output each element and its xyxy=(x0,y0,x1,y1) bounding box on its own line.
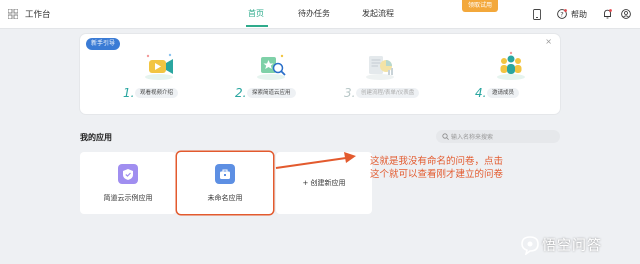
shield-icon xyxy=(118,164,138,184)
app-card-demo[interactable]: 简道云示例应用 xyxy=(80,152,176,214)
video-icon xyxy=(145,53,173,80)
top-bar: 工作台 首页 待办任务 发起流程 领取试用 ? 帮助 xyxy=(0,0,640,29)
guide-step-video[interactable]: 1. 观看视频介绍 xyxy=(123,50,213,110)
active-tab-indicator xyxy=(246,25,268,27)
guide-step-explore[interactable]: 2. 探索简道云应用 xyxy=(235,50,325,110)
step-label[interactable]: 观看视频介绍 xyxy=(135,88,179,98)
mobile-icon[interactable] xyxy=(533,9,541,20)
annotation-line-2: 这个就可以查看刚才建立的问卷 xyxy=(370,169,504,180)
tab-todo[interactable]: 待办任务 xyxy=(298,8,330,19)
step-label[interactable]: 邀请成员 xyxy=(487,88,520,98)
step-number: 1. xyxy=(123,86,135,100)
annotation-note: 这就是我没有命名的问卷，点击 这个就可以查看刚才建立的问卷 xyxy=(370,155,540,181)
search-placeholder: 输入名称来搜索 xyxy=(451,134,494,141)
my-apps-title: 我的应用 xyxy=(80,133,112,142)
step-number: 3. xyxy=(344,86,356,100)
create-app-card[interactable]: + 创建新应用 xyxy=(276,152,372,214)
create-app-label: + 创建新应用 xyxy=(302,179,346,187)
app-card-unnamed[interactable]: 未命名应用 xyxy=(177,152,273,214)
tab-start-process[interactable]: 发起流程 xyxy=(362,8,394,19)
step-number: 2. xyxy=(235,86,247,100)
app-card-label: 简道云示例应用 xyxy=(103,194,153,202)
user-avatar-icon[interactable] xyxy=(621,9,631,19)
step-number: 4. xyxy=(475,86,487,100)
speech-bubble-icon xyxy=(521,236,539,255)
watermark-text: 悟空问答 xyxy=(542,238,602,254)
watermark: 悟空问答 xyxy=(516,232,634,258)
guide-step-create[interactable]: 3. 创建流程/表单/仪表盘 xyxy=(344,50,434,110)
chart-doc-icon xyxy=(366,56,394,80)
explore-icon xyxy=(257,54,286,80)
annotation-line-1: 这就是我没有命名的问卷，点击 xyxy=(370,156,504,167)
briefcase-icon xyxy=(215,164,235,184)
app-search-input[interactable]: 输入名称来搜索 xyxy=(436,130,560,143)
step-label[interactable]: 探索简道云应用 xyxy=(247,88,296,98)
help-icon[interactable]: ? xyxy=(557,9,567,19)
step-label[interactable]: 创建流程/表单/仪表盘 xyxy=(356,88,420,98)
app-grid-icon[interactable] xyxy=(8,9,18,19)
app-card-label: 未命名应用 xyxy=(207,194,243,202)
guide-badge: 新手引导 xyxy=(86,38,121,50)
workbench-title[interactable]: 工作台 xyxy=(25,8,51,20)
team-icon xyxy=(497,51,525,80)
close-icon[interactable]: × xyxy=(545,37,552,46)
guide-step-invite[interactable]: 4. 邀请成员 xyxy=(475,50,565,110)
tab-home[interactable]: 首页 xyxy=(248,8,264,19)
help-label[interactable]: 帮助 xyxy=(571,9,587,20)
trial-badge[interactable]: 领取试用 xyxy=(462,0,498,12)
search-icon xyxy=(442,133,449,140)
onboarding-guide-panel: 新手引导 × 1. 观看视频介绍 2. 探索简道云应用 3. 创建流程/表单/仪… xyxy=(80,34,560,114)
svg-text:?: ? xyxy=(560,10,563,18)
notification-bell-icon[interactable] xyxy=(603,9,612,19)
